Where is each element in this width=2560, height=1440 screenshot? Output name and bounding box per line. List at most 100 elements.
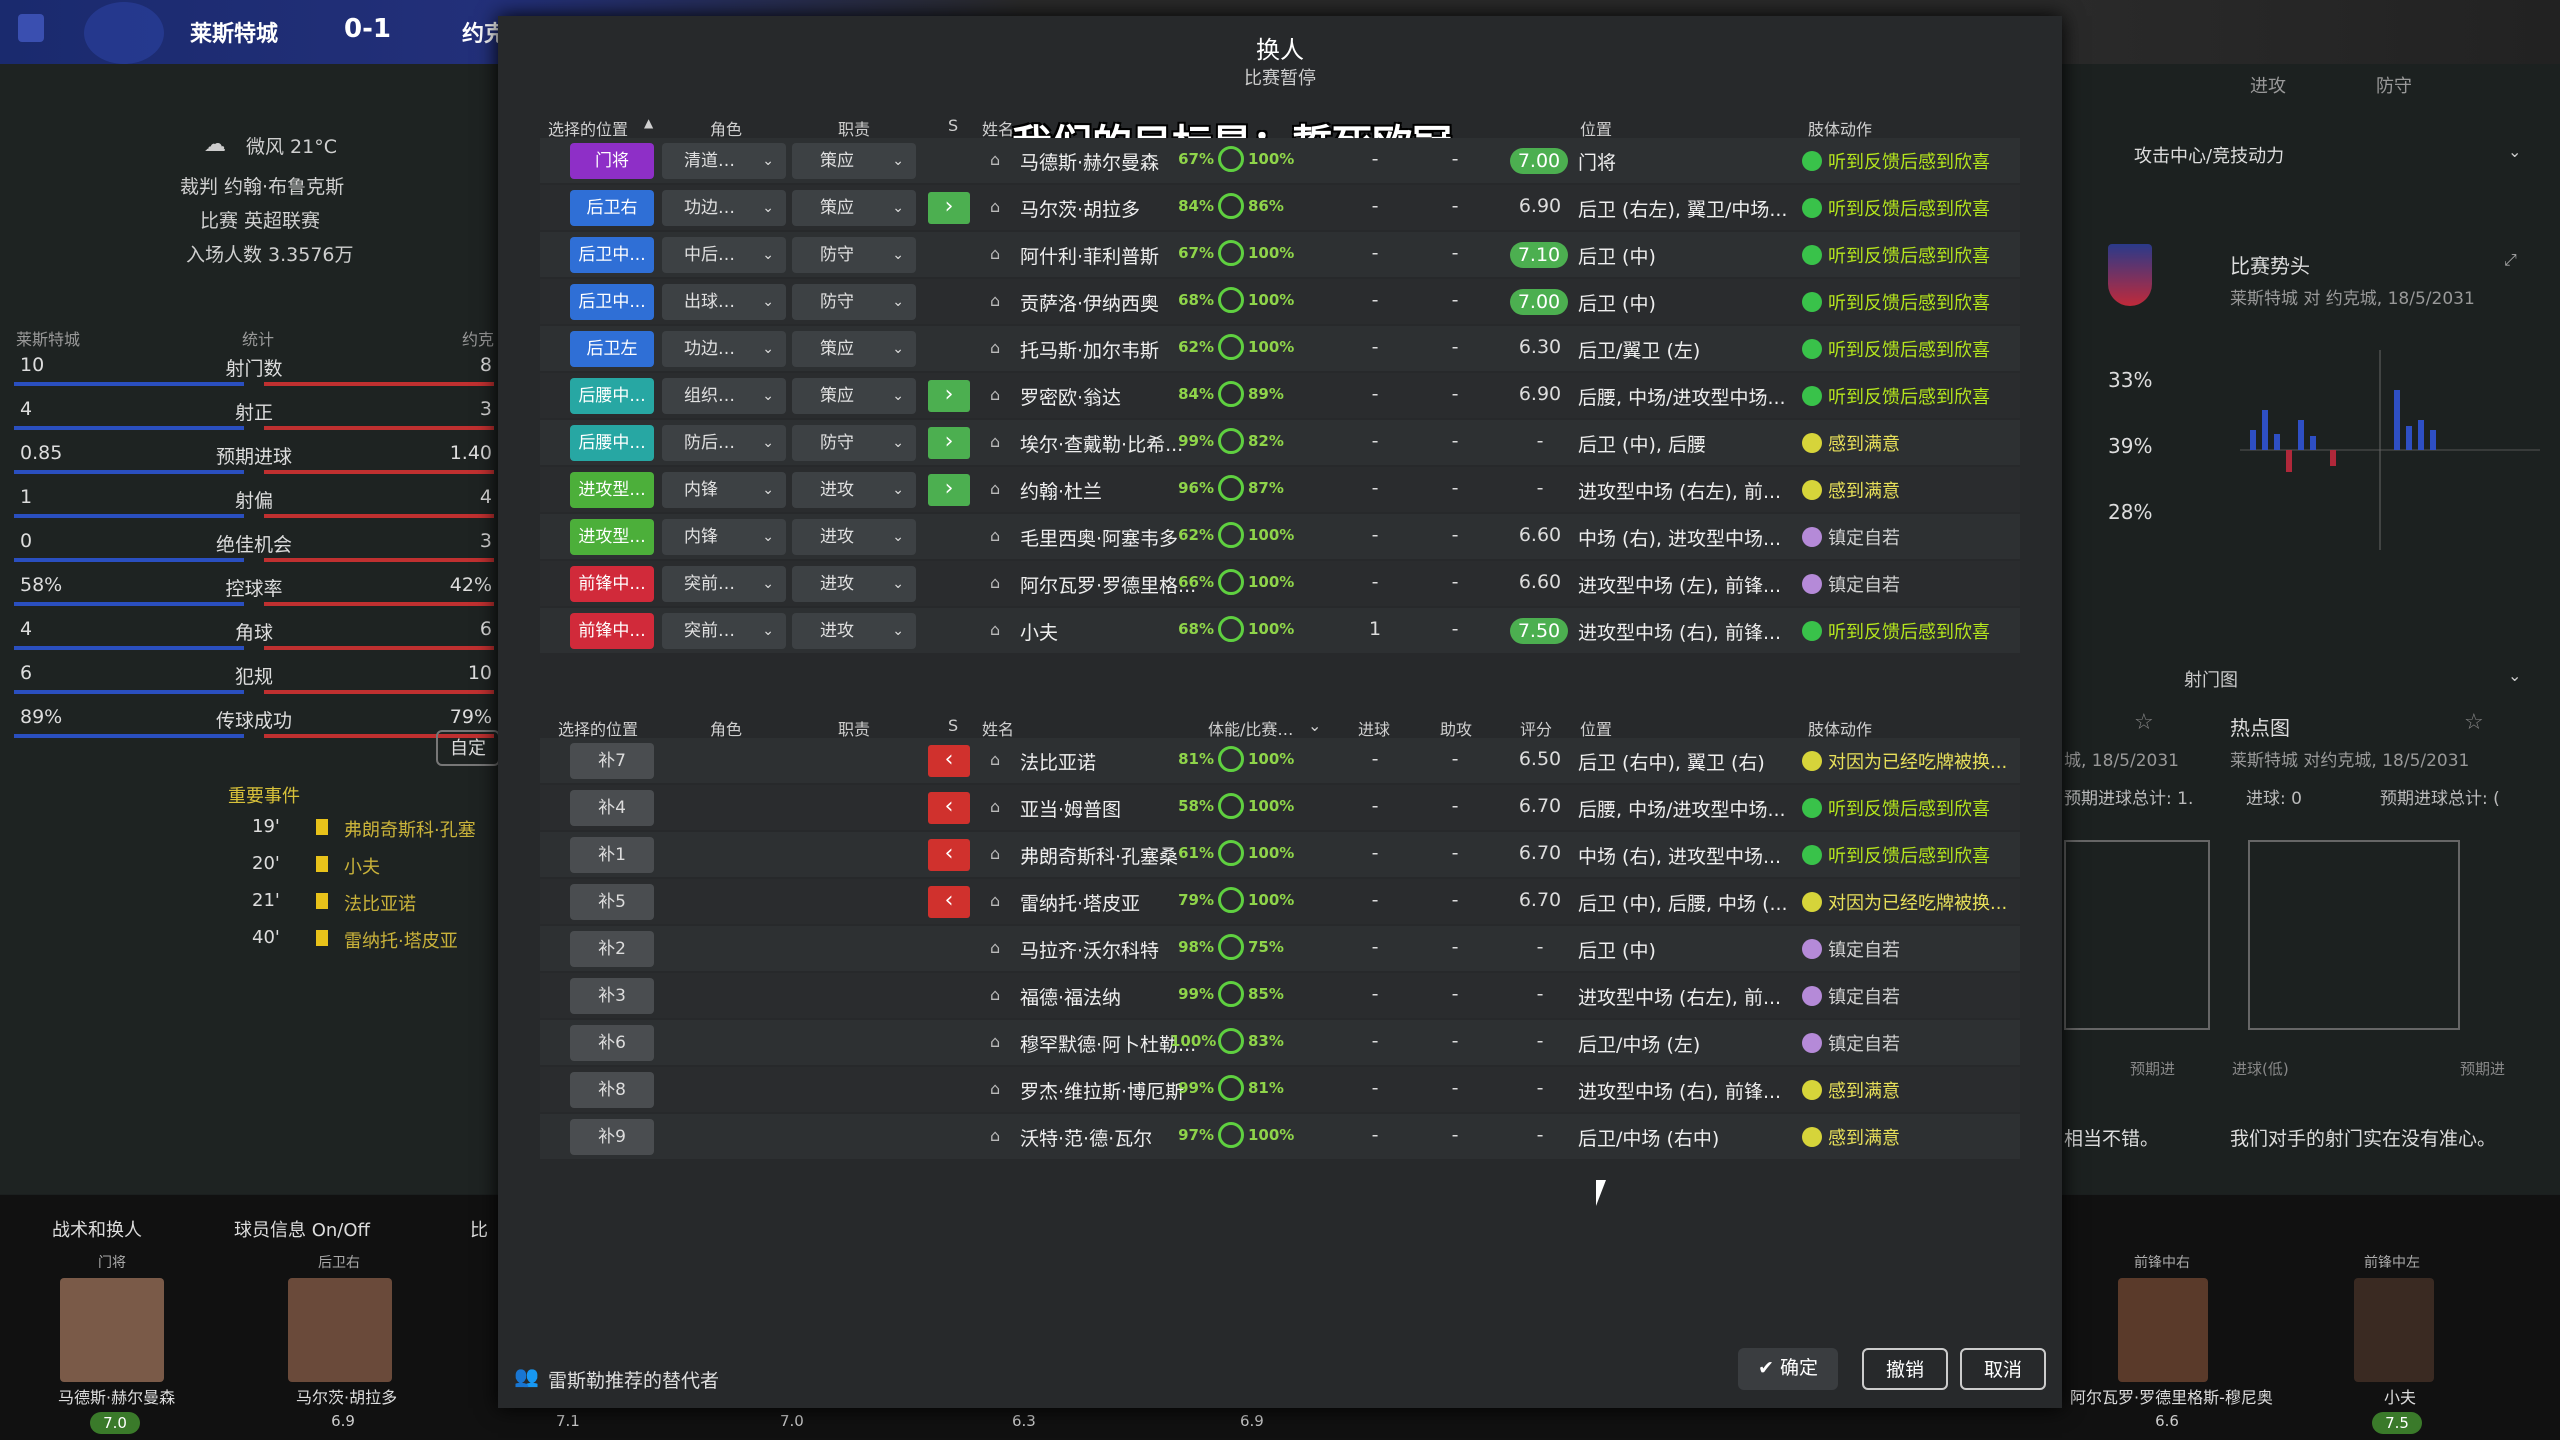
tab-defend[interactable]: 防守 [2376,72,2412,98]
position-badge[interactable]: 后卫左 [570,331,654,367]
sub-slot[interactable]: 补7 [570,743,654,779]
table-row[interactable]: 进攻型... 内锋 ⌄ 进攻 ⌄ ⌂ 毛里西奥·阿塞韦多 62% 100% - - 6.60 中场 (右… [540,514,2020,559]
col-cond[interactable]: 体能/比赛… [1208,716,1293,740]
col-goals[interactable]: 进球 [1358,716,1390,740]
col-pos[interactable]: 选择的位置 [558,716,638,740]
col-role[interactable]: 角色 [710,116,742,140]
table-row[interactable]: 补3 ⌂ 福德·福法纳 99% 85% - - - 进攻型中场 (右左), 前... 镇定自若 [540,973,2020,1018]
table-row[interactable]: 后卫中... 中后… ⌄ 防守 ⌄ ⌂ 阿什利·菲利普斯 67% 100% - - 7.10 后卫 (中… [540,232,2020,277]
sub-out-button[interactable]: ‹ [928,839,970,871]
position-badge[interactable]: 后卫右 [570,190,654,226]
role-dropdown[interactable]: 中后… ⌄ [662,237,786,273]
sub-slot[interactable]: 补6 [570,1025,654,1061]
duty-dropdown[interactable]: 防守 ⌄ [792,425,916,461]
col-rating[interactable]: 评分 [1520,716,1552,740]
avatar[interactable] [2354,1278,2434,1382]
table-row[interactable]: 补5 ‹ ⌂ 雷纳托·塔皮亚 79% 100% - - 6.70 后卫 (中), 后腰, 中场 (… [540,879,2020,924]
undo-button[interactable]: 撤销 [1862,1348,1948,1390]
role-dropdown[interactable]: 防后… ⌄ [662,425,786,461]
avatar[interactable] [60,1278,164,1382]
analysis-dropdown[interactable]: 攻击中心/竞技动力 [2134,142,2284,168]
role-dropdown[interactable]: 清道… ⌄ [662,143,786,179]
col-s[interactable]: S [948,116,958,135]
sub-slot[interactable]: 补4 [570,790,654,826]
star-icon[interactable]: ☆ [2134,710,2154,735]
chevron-down-icon[interactable]: ⌄ [1308,716,1321,735]
player-name[interactable]: 雷纳托·塔皮亚 [1020,889,1140,916]
confirm-button[interactable]: ✔ 确定 [1738,1348,1838,1390]
sub-slot[interactable]: 补5 [570,884,654,920]
table-row[interactable]: 补8 ⌂ 罗杰·维拉斯·博厄斯 99% 81% - - - 进攻型中场 (右), 前锋... 感到… [540,1067,2020,1112]
position-badge[interactable]: 进攻型... [570,519,654,555]
position-badge[interactable]: 后卫中... [570,284,654,320]
duty-dropdown[interactable]: 策应 ⌄ [792,378,916,414]
sort-icon[interactable]: ▲ [644,116,653,130]
player-name[interactable]: 阿什利·菲利普斯 [1020,242,1159,269]
role-dropdown[interactable]: 内锋 ⌄ [662,519,786,555]
table-row[interactable]: 补4 ‹ ⌂ 亚当·姆普图 58% 100% - - 6.70 后腰, 中场/进攻型中场... 听到… [540,785,2020,830]
col-duty[interactable]: 职责 [838,716,870,740]
col-body[interactable]: 肢体动作 [1808,116,1872,140]
sub-slot[interactable]: 补8 [570,1072,654,1108]
player-name[interactable]: 亚当·姆普图 [1020,795,1121,822]
player-name[interactable]: 罗密欧·翁达 [1020,383,1121,410]
table-row[interactable]: 补9 ⌂ 沃特·范·德·瓦尔 97% 100% - - - 后卫/中场 (右中) 感到满意 [540,1114,2020,1159]
tab-attack[interactable]: 进攻 [2250,72,2286,98]
tactics-button[interactable]: 战术和换人 [52,1216,142,1242]
table-row[interactable]: 后卫右 功边… ⌄ 策应 ⌄ › ⌂ 马尔茨·胡拉多 84% 86% - - 6.90 后卫 (右左), … [540,185,2020,230]
sub-in-button[interactable]: › [928,192,970,224]
cancel-button[interactable]: 取消 [1960,1348,2046,1390]
col-position[interactable]: 位置 [1580,116,1612,140]
col-assists[interactable]: 助攻 [1440,716,1472,740]
player-name[interactable]: 毛里西奥·阿塞韦多 [1020,524,1178,551]
star-icon[interactable]: ☆ [2464,710,2484,735]
role-dropdown[interactable]: 出球… ⌄ [662,284,786,320]
sub-out-button[interactable]: ‹ [928,886,970,918]
table-row[interactable]: 前锋中... 突前… ⌄ 进攻 ⌄ ⌂ 小夫 68% 100% 1 - 7.50 进攻型中场 (右), … [540,608,2020,653]
table-row[interactable]: 补1 ‹ ⌂ 弗朗奇斯科·孔塞桑 61% 100% - - 6.70 中场 (右), 进攻型中场.… [540,832,2020,877]
role-dropdown[interactable]: 内锋 ⌄ [662,472,786,508]
player-name[interactable]: 贡萨洛·伊纳西奥 [1020,289,1159,316]
role-dropdown[interactable]: 组织… ⌄ [662,378,786,414]
duty-dropdown[interactable]: 防守 ⌄ [792,284,916,320]
player-name[interactable]: 法比亚诺 [1020,748,1096,775]
position-badge[interactable]: 前锋中... [570,613,654,649]
table-row[interactable]: 后腰中... 防后… ⌄ 防守 ⌄ › ⌂ 埃尔·查戴勒·比希... 99% 82% - - - 后卫 (… [540,420,2020,465]
player-name[interactable]: 约翰·杜兰 [1020,477,1102,504]
player-name[interactable]: 马尔茨·胡拉多 [1020,195,1140,222]
position-badge[interactable]: 门将 [570,143,654,179]
role-dropdown[interactable]: 突前… ⌄ [662,613,786,649]
col-body[interactable]: 肢体动作 [1808,716,1872,740]
duty-dropdown[interactable]: 防守 ⌄ [792,237,916,273]
col-pos[interactable]: 选择的位置 [548,116,628,140]
custom-button[interactable]: 自定 [436,730,500,766]
col-position[interactable]: 位置 [1580,716,1612,740]
duty-dropdown[interactable]: 进攻 ⌄ [792,472,916,508]
player-name[interactable]: 埃尔·查戴勒·比希... [1020,430,1183,457]
col-s[interactable]: S [948,716,958,735]
position-badge[interactable]: 进攻型... [570,472,654,508]
expand-icon[interactable]: ⤢ [2504,250,2517,270]
sub-in-button[interactable]: › [928,474,970,506]
table-row[interactable]: 补7 ‹ ⌂ 法比亚诺 81% 100% - - 6.50 后卫 (右中), 翼卫 (右) 对因为已… [540,738,2020,783]
table-row[interactable]: 补6 ⌂ 穆罕默德·阿卜杜勒... 100% 83% - - - 后卫/中场 (左) 镇定自若 [540,1020,2020,1065]
position-badge[interactable]: 前锋中... [570,566,654,602]
sub-out-button[interactable]: ‹ [928,745,970,777]
col-name[interactable]: 姓名 [982,116,1014,140]
recommend-label[interactable]: 雷斯勒推荐的替代者 [548,1366,719,1393]
sub-slot[interactable]: 补2 [570,931,654,967]
table-row[interactable]: 补2 ⌂ 马拉齐·沃尔科特 98% 75% - - - 后卫 (中) 镇定自若 [540,926,2020,971]
duty-dropdown[interactable]: 策应 ⌄ [792,143,916,179]
table-row[interactable]: 后卫左 功边… ⌄ 策应 ⌄ ⌂ 托马斯·加尔韦斯 62% 100% - - 6.30 后卫/翼卫 (左… [540,326,2020,371]
role-dropdown[interactable]: 功边… ⌄ [662,331,786,367]
avatar[interactable] [2118,1278,2208,1382]
player-name[interactable]: 马拉齐·沃尔科特 [1020,936,1159,963]
duty-dropdown[interactable]: 进攻 ⌄ [792,613,916,649]
position-badge[interactable]: 后腰中... [570,378,654,414]
player-name[interactable]: 托马斯·加尔韦斯 [1020,336,1159,363]
col-duty[interactable]: 职责 [838,116,870,140]
table-row[interactable]: 前锋中... 突前… ⌄ 进攻 ⌄ ⌂ 阿尔瓦罗·罗德里格... 66% 100% - -6.60 进… [540,561,2020,606]
sub-slot[interactable]: 补1 [570,837,654,873]
sub-out-button[interactable]: ‹ [928,792,970,824]
position-badge[interactable]: 后腰中... [570,425,654,461]
